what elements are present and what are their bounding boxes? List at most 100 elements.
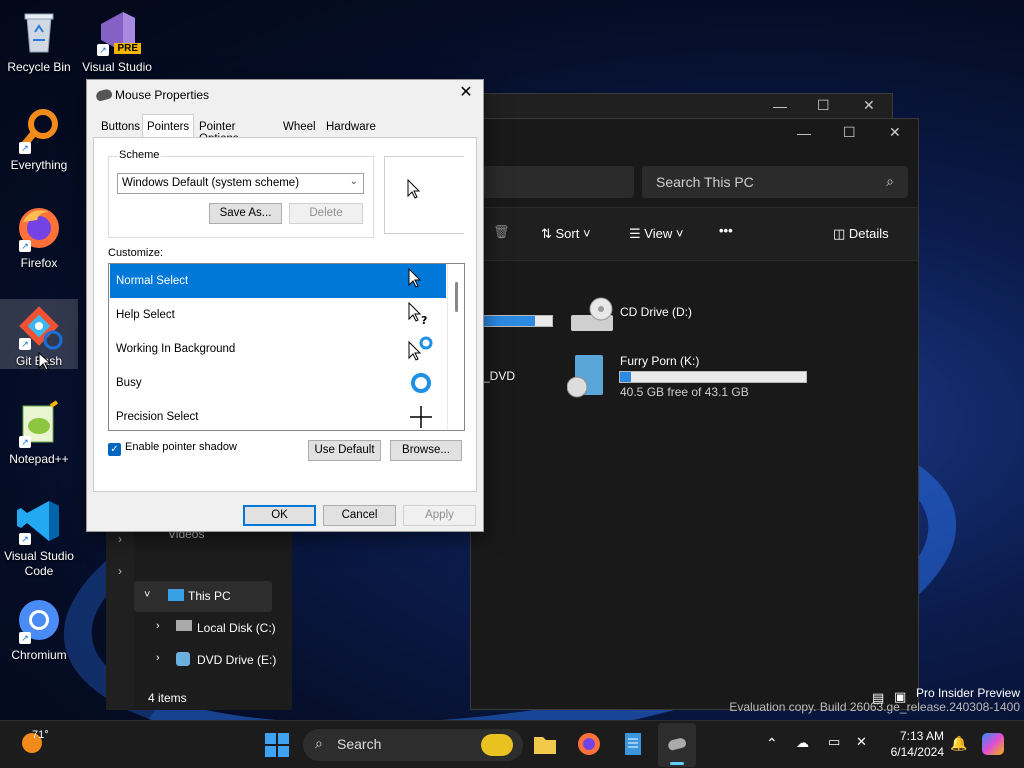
notepad-plus-plus-icon: ↗: [15, 400, 63, 448]
desktop-icon-chromium[interactable]: ↗ Chromium: [0, 596, 78, 663]
minimize-button[interactable]: —: [773, 98, 787, 114]
more-options-button[interactable]: •••: [719, 223, 733, 238]
delete-button[interactable]: Delete: [289, 203, 363, 224]
cursor-row-busy[interactable]: Busy: [110, 366, 446, 400]
close-button[interactable]: ✕: [863, 97, 875, 114]
git-bash-icon: ↗: [15, 302, 63, 350]
drive-name[interactable]: Furry Porn (K:): [620, 354, 699, 368]
close-button[interactable]: ✕: [889, 124, 901, 141]
apply-button[interactable]: Apply: [403, 505, 476, 526]
shortcut-arrow-icon: ↗: [97, 44, 109, 56]
mouse-properties-dialog[interactable]: Mouse Properties ✕ Buttons Pointers Poin…: [86, 79, 484, 532]
onedrive-icon[interactable]: ☁: [796, 735, 809, 751]
clock[interactable]: 7:13 AM 6/14/2024: [884, 728, 944, 760]
cursor-list-scrollbar[interactable]: [447, 264, 464, 430]
shortcut-arrow-icon: ↗: [19, 338, 31, 350]
view-button[interactable]: ☰ View ˅: [629, 226, 683, 242]
scheme-label: Scheme: [117, 149, 162, 161]
minimize-button[interactable]: —: [797, 125, 811, 141]
shortcut-arrow-icon: ↗: [19, 632, 31, 644]
list-view-icon[interactable]: ▤: [872, 690, 884, 706]
mouse-properties-taskbar-button[interactable]: [658, 723, 696, 767]
tab-wheel[interactable]: Wheel: [279, 118, 320, 138]
explorer-window[interactable]: — ☐ ✕ 🗑 ⇅ Sort ˅ ☰ View ˅ ••• ◫ Details …: [470, 118, 919, 710]
chevron-right-icon: ›: [118, 564, 122, 578]
drive-name[interactable]: _DVD: [483, 369, 515, 383]
arrow-cursor-preview-icon: [407, 179, 421, 199]
maximize-button[interactable]: ☐: [817, 97, 830, 114]
copilot-icon[interactable]: [982, 733, 1004, 755]
use-default-button[interactable]: Use Default: [308, 440, 381, 461]
cursor-row-working-in-background[interactable]: Working In Background: [110, 332, 446, 366]
delete-icon[interactable]: 🗑: [493, 224, 510, 240]
cancel-button[interactable]: Cancel: [323, 505, 396, 526]
search-box[interactable]: Search This PC ⌕: [642, 166, 908, 198]
scrollbar-thumb[interactable]: [455, 282, 458, 312]
browse-button[interactable]: Browse...: [390, 440, 462, 461]
everything-search-icon: ↗: [15, 106, 63, 154]
desktop-icon-label: Everything: [10, 158, 68, 172]
visual-studio-icon: PRE ↗: [93, 8, 141, 56]
drive-name[interactable]: CD Drive (D:): [620, 305, 692, 319]
working-cursor-icon: [408, 336, 433, 361]
tab-pointers[interactable]: Pointers: [142, 114, 195, 138]
tab-pointer-options[interactable]: Pointer Options: [195, 118, 243, 145]
recycle-bin-icon: [15, 8, 63, 56]
drive-usage-bar: [619, 371, 807, 383]
desktop-icon-recycle-bin[interactable]: Recycle Bin: [0, 8, 78, 75]
tab-hardware[interactable]: Hardware: [322, 118, 380, 138]
start-button[interactable]: [264, 732, 290, 758]
volume-muted-icon[interactable]: ✕: [856, 734, 867, 750]
desktop-icon-label: Notepad++: [9, 452, 69, 466]
nav-item-dvd-drive[interactable]: DVD Drive (E:): [197, 653, 276, 667]
firefox-taskbar-icon[interactable]: [576, 731, 602, 757]
taskbar-search[interactable]: ⌕ Search: [303, 729, 523, 761]
details-button[interactable]: ◫ Details: [833, 226, 889, 242]
close-button[interactable]: ✕: [457, 84, 475, 102]
tab-buttons[interactable]: Buttons: [97, 118, 144, 138]
display-icon[interactable]: ▭: [828, 734, 840, 750]
checkmark-icon: ✓: [108, 443, 121, 456]
tiles-view-icon[interactable]: ▣: [894, 689, 906, 705]
scheme-dropdown[interactable]: Windows Default (system scheme) ⌄: [117, 173, 364, 194]
enable-pointer-shadow-checkbox[interactable]: ✓ Enable pointer shadow: [108, 441, 237, 456]
search-icon: ⌕: [315, 735, 323, 751]
local-disk-icon: [176, 620, 192, 631]
mouse-icon: [667, 736, 687, 752]
save-as-button[interactable]: Save As...: [209, 203, 282, 224]
pointers-tab-panel: Scheme Windows Default (system scheme) ⌄…: [93, 137, 477, 492]
ok-button[interactable]: OK: [243, 505, 316, 526]
drive-free-space: 40.5 GB free of 43.1 GB: [620, 385, 749, 399]
cursor-list[interactable]: Normal Select Help Select ? Working In B…: [108, 263, 465, 431]
preview-badge: PRE: [114, 43, 141, 54]
scheme-group: Scheme Windows Default (system scheme) ⌄…: [108, 149, 374, 238]
arrow-cursor-icon: [408, 268, 422, 288]
desktop-icon-firefox[interactable]: ↗ Firefox: [0, 204, 78, 271]
sort-button[interactable]: ⇅ Sort ˅: [541, 226, 591, 242]
cursor-row-help-select[interactable]: Help Select ?: [110, 298, 446, 332]
cursor-row-normal-select[interactable]: Normal Select: [110, 264, 446, 298]
desktop-icon-visual-studio[interactable]: PRE ↗ Visual Studio 2022 Preview: [78, 8, 156, 75]
desktop-icon-everything[interactable]: ↗ Everything: [0, 106, 78, 173]
dvd-drive-icon: [176, 652, 190, 666]
desktop-icon-vscode[interactable]: ↗ Visual Studio Code: [0, 497, 78, 579]
explorer-window-back[interactable]: — ☐ ✕: [470, 93, 893, 121]
nav-item-local-disk[interactable]: Local Disk (C:): [197, 621, 276, 635]
dialog-title: Mouse Properties: [115, 88, 210, 102]
removable-drive-icon: [567, 355, 603, 398]
file-explorer-icon[interactable]: [532, 731, 558, 757]
cd-drive-icon: [571, 297, 613, 331]
desktop-icon-label: Chromium: [11, 648, 67, 662]
desktop-icon-notepad-plus-plus[interactable]: ↗ Notepad++: [0, 400, 78, 467]
notepad-taskbar-icon[interactable]: [620, 731, 646, 757]
chevron-right-icon: ›: [118, 532, 122, 546]
customize-label: Customize:: [108, 247, 164, 259]
address-bar[interactable]: [470, 166, 634, 198]
weather-temperature[interactable]: 71°: [32, 729, 49, 741]
cursor-row-precision-select[interactable]: Precision Select: [110, 400, 446, 430]
maximize-button[interactable]: ☐: [843, 124, 856, 141]
notification-bell-icon[interactable]: 🔔: [950, 735, 967, 752]
nav-item-this-pc[interactable]: ˅ This PC: [134, 581, 272, 612]
shortcut-arrow-icon: ↗: [19, 533, 31, 545]
show-hidden-icons-chevron-icon[interactable]: ⌃: [766, 735, 778, 752]
